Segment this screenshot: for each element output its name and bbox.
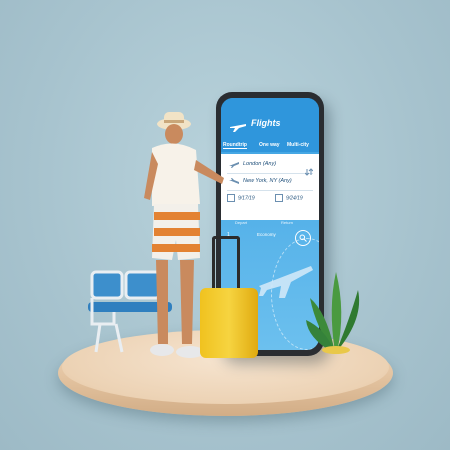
depart-date-field[interactable]: 9/17/19 [227,194,255,208]
origin-field[interactable]: London (Any) [227,159,315,171]
return-date-value: 9/24/19 [286,195,303,202]
departure-plane-icon [229,162,239,168]
calendar-icon [275,194,283,202]
swap-icon[interactable] [305,168,313,176]
app-header: Flights Roundtrip One way Multi-city [221,98,319,152]
destination-value: New York, NY (Any) [243,178,292,184]
plane-icon [230,124,246,132]
search-form-card: London (Any) New York, NY (Any) 9/17/19 … [221,154,319,220]
divider [227,173,313,174]
depart-date-value: 9/17/19 [238,195,255,202]
divider [227,190,313,191]
potted-plant [306,272,360,354]
depart-caption: Depart [235,220,248,225]
app-title: Flights [251,118,281,128]
origin-value: London (Any) [243,161,277,167]
suitcase-handle [212,236,240,293]
return-caption: Return [281,220,294,225]
tab-one-way[interactable]: One way [259,142,280,148]
illustration-scene: Flights Roundtrip One way Multi-city Lon… [0,0,450,450]
arrival-plane-icon [229,178,239,184]
return-date-field[interactable]: 9/24/19 [275,194,303,208]
destination-field[interactable]: New York, NY (Any) [227,176,315,188]
cabin-selector[interactable]: Economy [257,232,276,237]
tab-multi-city[interactable]: Multi-city [287,142,309,148]
yellow-suitcase [200,288,258,358]
